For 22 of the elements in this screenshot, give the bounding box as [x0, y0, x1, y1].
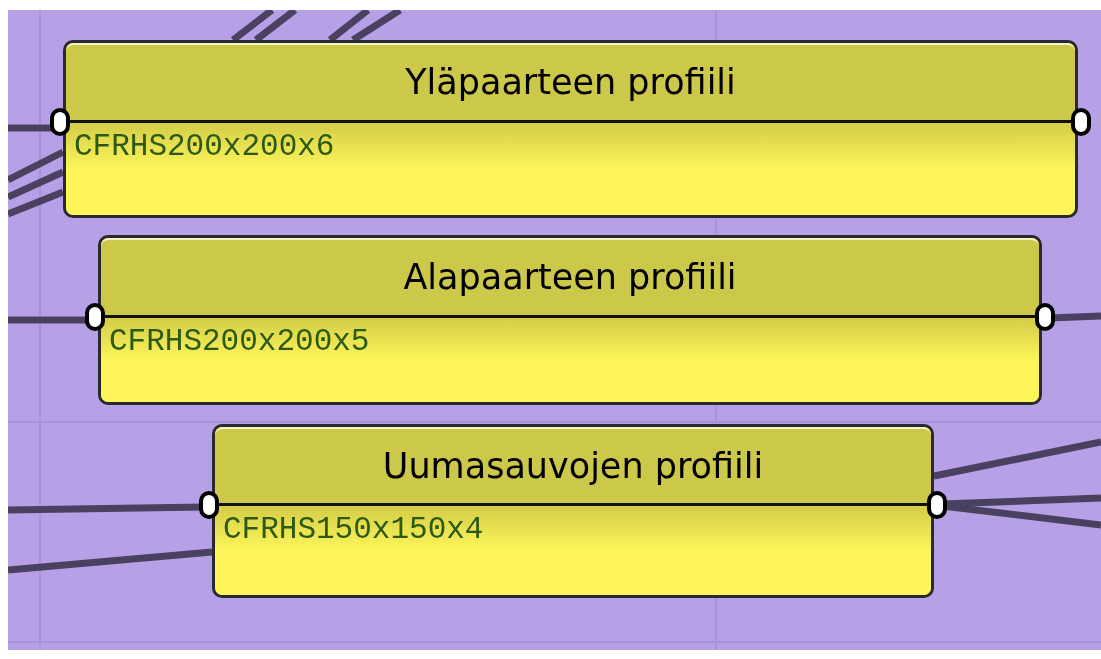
- input-grip[interactable]: [85, 303, 105, 331]
- output-grip[interactable]: [1071, 108, 1091, 136]
- wire: [351, 10, 402, 43]
- output-grip[interactable]: [1035, 303, 1055, 331]
- panel-value: CFRHS200x200x6: [74, 129, 335, 164]
- panel-value: CFRHS150x150x4: [223, 512, 484, 547]
- panel-title: Uumasauvojen profiili: [382, 448, 764, 484]
- wire: [230, 10, 275, 43]
- panel-node[interactable]: Uumasauvojen profiili CFRHS150x150x4: [212, 424, 934, 598]
- panel-node[interactable]: Yläpaarteen profiili CFRHS200x200x6: [63, 40, 1078, 218]
- panel-title: Alapaarteen profiili: [403, 260, 737, 295]
- wire: [8, 168, 65, 201]
- output-grip[interactable]: [927, 491, 947, 519]
- wire: [8, 148, 65, 184]
- wire: [327, 10, 371, 43]
- panel-title: Yläpaarteen profiili: [405, 65, 736, 100]
- input-grip[interactable]: [50, 108, 70, 136]
- input-grip[interactable]: [199, 491, 219, 519]
- panel-value: CFRHS200x200x5: [109, 324, 370, 359]
- panel-node[interactable]: Alapaarteen profiili CFRHS200x200x5: [98, 235, 1042, 405]
- wire: [253, 10, 298, 43]
- wire: [8, 188, 65, 218]
